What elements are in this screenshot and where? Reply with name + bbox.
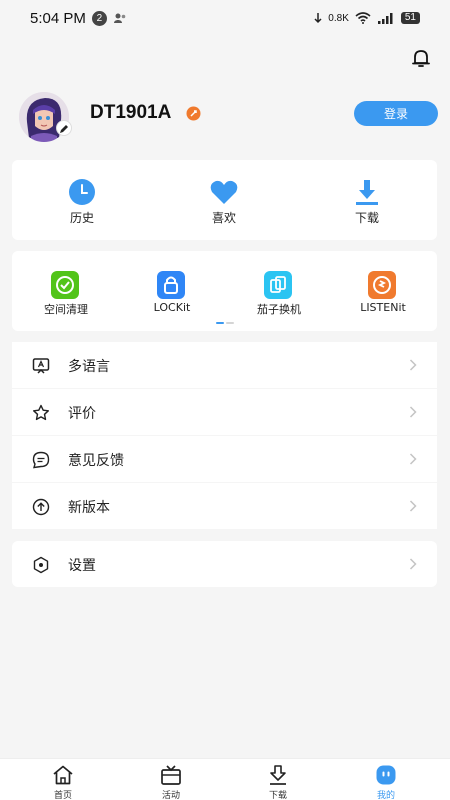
star-icon <box>33 404 49 421</box>
heart-icon <box>210 180 238 204</box>
bell-icon[interactable] <box>410 47 432 69</box>
chevron-right-icon <box>409 558 417 570</box>
menu-item-rate[interactable]: 评价 <box>12 389 437 435</box>
app-label: 空间清理 <box>44 303 88 316</box>
menu-item-label: 意见反馈 <box>68 453 124 469</box>
language-icon <box>32 358 50 374</box>
download-icon <box>270 765 286 785</box>
home-icon <box>53 765 73 785</box>
download-icon <box>356 180 378 205</box>
nav-label: 首页 <box>53 791 72 800</box>
nav-download[interactable]: 下载 <box>222 759 334 800</box>
bottom-nav: 首页 活动 下载 我的 <box>0 758 450 800</box>
menu-item-new-version[interactable]: 新版本 <box>12 483 437 529</box>
username: DT1901A <box>90 102 172 123</box>
app-phone-transfer[interactable]: 茄子换机 <box>229 251 329 331</box>
status-bar: 5:04 PM 2 0.8K 51 <box>0 0 450 36</box>
settings-icon <box>33 556 49 574</box>
app-space-clean[interactable]: 空间清理 <box>16 251 116 331</box>
notification-badge: 2 <box>91 10 107 26</box>
level-badge-icon <box>186 106 201 121</box>
history-label: 历史 <box>69 211 94 225</box>
net-speed: 0.8K <box>328 12 349 24</box>
nav-label: 我的 <box>376 791 395 800</box>
lock-icon <box>157 271 185 299</box>
wifi-icon <box>355 12 371 24</box>
pen-icon <box>60 125 68 133</box>
tv-icon <box>161 765 181 785</box>
app-label: LISTENit <box>360 301 406 314</box>
downloads-label: 下载 <box>354 211 379 225</box>
avatar-edit-button[interactable] <box>56 120 72 136</box>
battery-level: 51 <box>400 12 420 24</box>
phone-transfer-icon <box>264 271 292 299</box>
quick-actions-card: 历史 喜欢 下载 <box>12 160 437 240</box>
favorites-label: 喜欢 <box>211 211 236 225</box>
menu-list: 多语言 评价 意见反馈 新版本 <box>12 342 437 530</box>
chevron-right-icon <box>409 406 417 418</box>
chevron-right-icon <box>409 453 417 465</box>
transfer-icon <box>314 13 322 24</box>
apps-card: 空间清理 LOCKit 茄子换机 LISTENit <box>12 251 437 331</box>
app-label: 茄子换机 <box>257 303 301 316</box>
menu-item-label: 新版本 <box>68 500 110 516</box>
app-listenit[interactable]: LISTENit <box>333 251 433 331</box>
contacts-icon <box>113 13 126 23</box>
login-button[interactable]: 登录 <box>354 101 438 126</box>
chevron-right-icon <box>409 500 417 512</box>
menu-item-settings[interactable]: 设置 <box>12 541 437 587</box>
settings-label: 设置 <box>68 558 96 574</box>
app-lockit[interactable]: LOCKit <box>122 251 222 331</box>
page-indicator <box>216 322 234 324</box>
status-time: 5:04 PM <box>30 9 86 27</box>
menu-item-language[interactable]: 多语言 <box>12 342 437 388</box>
nav-activity[interactable]: 活动 <box>115 759 227 800</box>
menu-item-label: 评价 <box>68 406 96 422</box>
history-button[interactable]: 历史 <box>22 160 142 240</box>
upgrade-icon <box>32 498 50 516</box>
nav-label: 下载 <box>268 791 287 800</box>
favorites-button[interactable]: 喜欢 <box>164 160 284 240</box>
chevron-right-icon <box>409 359 417 371</box>
signal-icon <box>377 13 393 24</box>
nav-label: 活动 <box>161 791 180 800</box>
menu-item-label: 多语言 <box>68 359 110 375</box>
app-label: LOCKit <box>153 301 191 314</box>
nav-profile[interactable]: 我的 <box>330 759 442 800</box>
feedback-icon <box>32 451 50 469</box>
downloads-button[interactable]: 下载 <box>307 160 427 240</box>
menu-item-feedback[interactable]: 意见反馈 <box>12 436 437 482</box>
space-clean-icon <box>51 271 79 299</box>
clock-icon <box>69 179 95 205</box>
music-icon <box>368 271 396 299</box>
nav-home[interactable]: 首页 <box>7 759 119 800</box>
profile-icon <box>376 765 396 785</box>
